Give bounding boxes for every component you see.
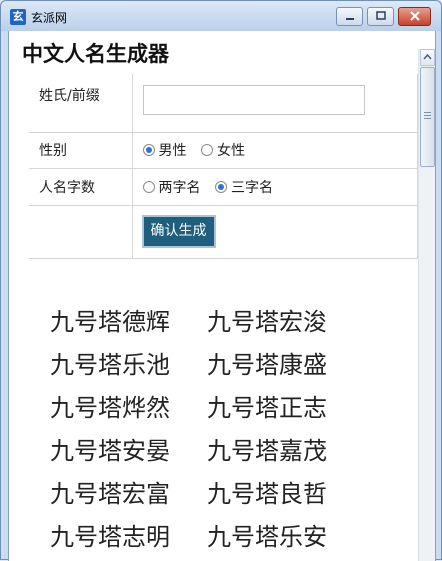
result-name: 九号塔嘉茂 bbox=[207, 437, 327, 465]
minimize-icon bbox=[345, 18, 354, 20]
generator-form: 姓氏/前缀 性别 男性 女性 人名字数 两字名 三字名 确认生成 bbox=[29, 74, 418, 259]
app-icon: 玄 bbox=[10, 9, 26, 25]
minimize-button[interactable] bbox=[336, 7, 363, 26]
result-row: 九号塔德辉 九号塔宏浚 bbox=[50, 301, 370, 344]
result-name: 九号塔德辉 bbox=[50, 308, 170, 336]
radio-two-char-dot[interactable] bbox=[142, 180, 155, 193]
result-name: 九号塔宏浚 bbox=[207, 308, 327, 336]
radio-three-char-label: 三字名 bbox=[230, 179, 273, 196]
radio-female-label: 女性 bbox=[216, 143, 245, 159]
maximize-icon bbox=[375, 11, 386, 20]
maximize-button[interactable] bbox=[367, 7, 394, 26]
radio-three-char-dot[interactable] bbox=[214, 180, 227, 193]
chevron-up-icon bbox=[423, 53, 432, 60]
results-list: 九号塔德辉 九号塔宏浚 九号塔乐池 九号塔康盛 九号塔烨然 九号塔正志 九号塔安… bbox=[50, 301, 370, 559]
result-name: 九号塔正志 bbox=[207, 394, 327, 422]
vertical-scrollbar[interactable] bbox=[418, 49, 435, 561]
close-button[interactable] bbox=[398, 7, 431, 26]
result-name: 九号塔烨然 bbox=[50, 394, 170, 422]
window-title: 玄派网 bbox=[31, 11, 68, 25]
radio-female[interactable]: 女性 bbox=[200, 140, 245, 160]
result-name: 九号塔宏富 bbox=[50, 480, 170, 508]
radio-female-dot[interactable] bbox=[200, 144, 213, 156]
radio-male-dot[interactable] bbox=[142, 144, 155, 156]
surname-label: 姓氏/前缀 bbox=[29, 74, 133, 133]
radio-three-char[interactable]: 三字名 bbox=[214, 177, 273, 197]
radio-two-char-label: 两字名 bbox=[158, 179, 201, 196]
result-row: 九号塔志明 九号塔乐安 bbox=[50, 516, 370, 559]
result-name: 九号塔康盛 bbox=[207, 351, 327, 379]
result-name: 九号塔乐安 bbox=[207, 523, 327, 551]
result-row: 九号塔宏富 九号塔良哲 bbox=[50, 473, 370, 516]
app-window: 玄 玄派网 中文人名生成器 姓氏/前缀 性别 男性 女性 人名字数 两字名 三字… bbox=[0, 0, 442, 561]
result-name: 九号塔志明 bbox=[50, 523, 170, 551]
result-row: 九号塔乐池 九号塔康盛 bbox=[50, 344, 370, 387]
scroll-thumb[interactable] bbox=[420, 67, 435, 167]
result-row: 九号塔烨然 九号塔正志 bbox=[50, 387, 370, 430]
content-area: 中文人名生成器 姓氏/前缀 性别 男性 女性 人名字数 两字名 三字名 确认生成… bbox=[8, 31, 436, 561]
result-name: 九号塔乐池 bbox=[50, 351, 170, 379]
result-row: 九号塔安晏 九号塔嘉茂 bbox=[50, 430, 370, 473]
window-titlebar[interactable]: 玄 玄派网 bbox=[1, 1, 441, 31]
result-name: 九号塔良哲 bbox=[207, 480, 327, 508]
radio-male-label: 男性 bbox=[158, 143, 187, 159]
scroll-up-button[interactable] bbox=[420, 49, 435, 66]
length-label: 人名字数 bbox=[29, 168, 133, 206]
gender-label: 性别 bbox=[29, 132, 133, 169]
generate-button[interactable]: 确认生成 bbox=[141, 215, 216, 248]
radio-two-char[interactable]: 两字名 bbox=[142, 177, 201, 197]
page-title: 中文人名生成器 bbox=[22, 42, 169, 66]
surname-input[interactable] bbox=[142, 85, 365, 115]
radio-male[interactable]: 男性 bbox=[142, 140, 187, 160]
close-icon bbox=[409, 11, 420, 21]
result-name: 九号塔安晏 bbox=[50, 437, 170, 465]
